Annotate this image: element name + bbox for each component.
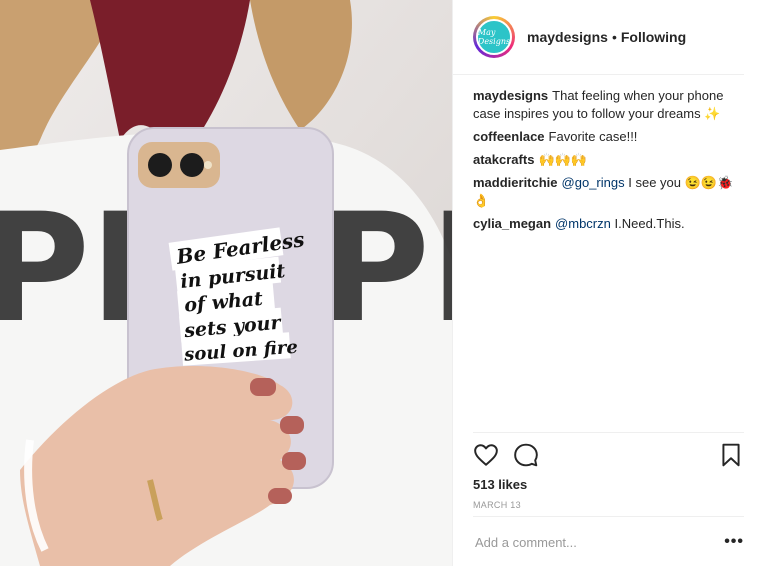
comment-item: atakcrafts 🙌🙌🙌: [473, 151, 748, 169]
comment-username[interactable]: maydesigns: [473, 88, 548, 103]
comment-item: coffeenlace Favorite case!!!: [473, 128, 748, 146]
instagram-post: PEOPLE Be Fearless in pursuit of what se…: [0, 0, 768, 566]
heart-icon[interactable]: [473, 442, 499, 468]
post-date: MARCH 13: [473, 500, 521, 510]
comment-username[interactable]: cylia_megan: [473, 216, 551, 231]
comment-mention[interactable]: @mbcrzn: [555, 216, 611, 231]
caption: maydesigns That feeling when your phone c…: [473, 87, 748, 123]
separator-dot: •: [611, 29, 617, 45]
comment-text: 🙌🙌🙌: [538, 152, 587, 167]
comment-text: I.Need.This.: [614, 216, 685, 231]
comment-username[interactable]: maddieritchie: [473, 175, 558, 190]
comment-mention[interactable]: @go_rings: [562, 175, 625, 190]
post-photo[interactable]: PEOPLE Be Fearless in pursuit of what se…: [0, 0, 452, 566]
avatar-logo: May Designs: [476, 19, 512, 55]
likes-count[interactable]: 513 likes: [473, 477, 744, 492]
post-image: PEOPLE Be Fearless in pursuit of what se…: [0, 0, 452, 566]
add-comment-bar: •••: [473, 516, 744, 567]
comments-list: maydesigns That feeling when your phone c…: [453, 75, 768, 233]
avatar[interactable]: May Designs: [473, 16, 515, 58]
add-comment-input[interactable]: [473, 533, 725, 551]
more-options-icon[interactable]: •••: [724, 533, 744, 551]
action-bar: 513 likes MARCH 13: [473, 432, 744, 510]
comment-username[interactable]: atakcrafts: [473, 152, 534, 167]
bookmark-icon[interactable]: [718, 442, 744, 468]
comment-username[interactable]: coffeenlace: [473, 129, 545, 144]
comment-item: maddieritchie @go_rings I see you 😉😉🐞 👌: [473, 174, 748, 210]
comment-text: Favorite case!!!: [548, 129, 638, 144]
follow-status-button[interactable]: Following: [621, 29, 686, 45]
action-icons: [473, 441, 744, 469]
post-author[interactable]: maydesigns: [527, 29, 608, 45]
comment-icon[interactable]: [513, 442, 539, 468]
post-header: May Designs maydesigns • Following: [453, 0, 744, 75]
post-panel: May Designs maydesigns • Following mayde…: [452, 0, 768, 566]
comment-item: cylia_megan @mbcrzn I.Need.This.: [473, 215, 748, 233]
